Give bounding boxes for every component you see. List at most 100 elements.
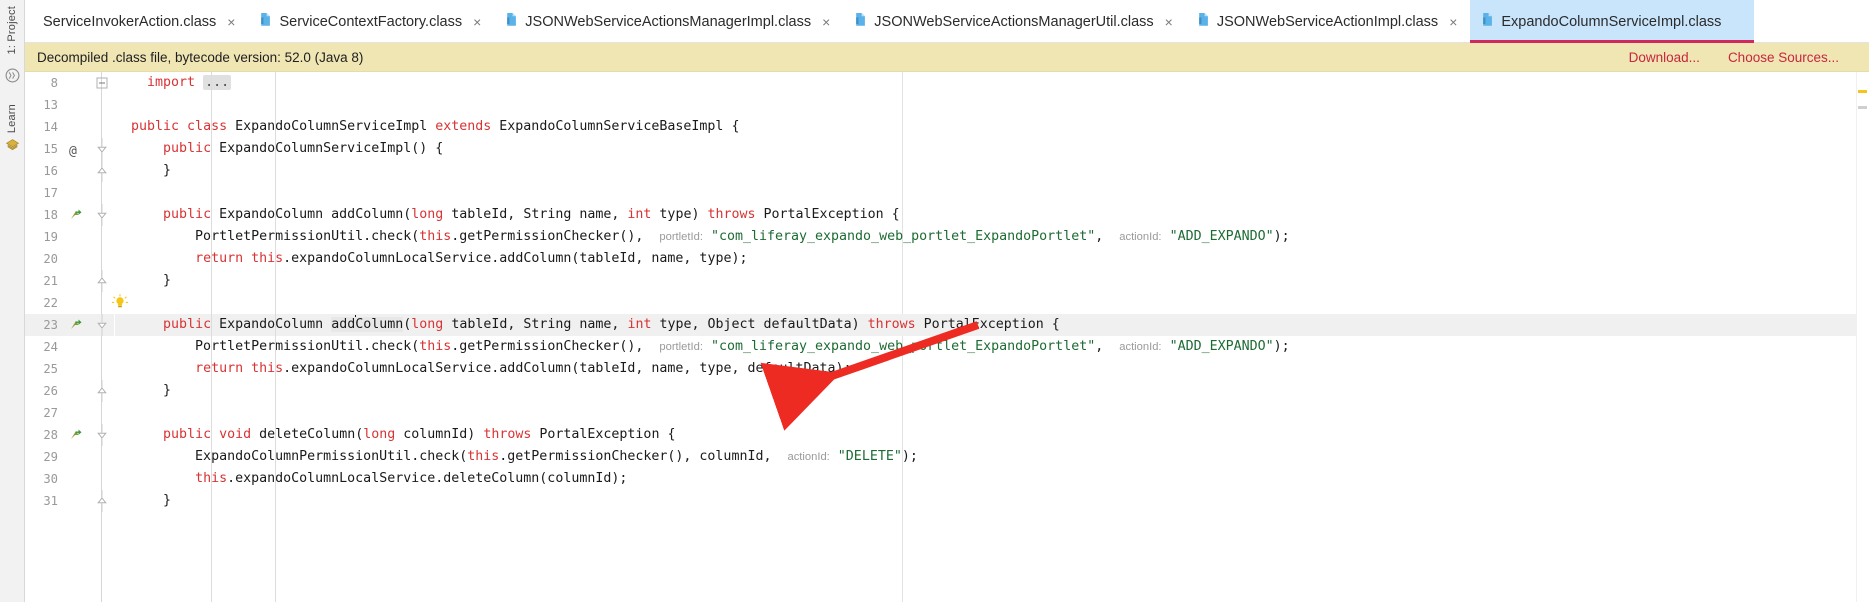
gutter-row[interactable]: 25 (25, 358, 114, 380)
editor-tab-active[interactable]: ExpandoColumnServiceImpl.class× (1470, 0, 1754, 43)
fold-close-icon[interactable] (95, 160, 109, 182)
editor-marker-strip[interactable] (1856, 72, 1869, 602)
fold-open-icon[interactable] (95, 424, 109, 446)
code-token: "com_liferay_expando_web_portlet_Expando… (710, 339, 1096, 354)
code-token: ExpandoColumn addColumn( (211, 207, 412, 222)
gutter-row[interactable]: 21 (25, 270, 114, 292)
code-token: .expandoColumnLocalService.addColumn(tab… (283, 361, 852, 376)
tab-label: ServiceContextFactory.class (279, 13, 463, 30)
code-line[interactable]: this.expandoColumnLocalService.deleteCol… (115, 468, 1869, 490)
tab-close-icon[interactable]: × (1448, 15, 1458, 29)
gutter-row[interactable]: 22 (25, 292, 129, 314)
code-line[interactable]: PortletPermissionUtil.check(this.getPerm… (115, 336, 1869, 358)
fold-open-icon[interactable] (95, 138, 109, 160)
gutter-row[interactable]: 29 (25, 446, 114, 468)
indent-guide (275, 72, 276, 602)
fold-close-icon[interactable] (95, 270, 109, 292)
sidebar-item-project[interactable]: 1: Project (6, 6, 18, 54)
code-content[interactable]: import ... public class ExpandoColumnSer… (115, 72, 1869, 602)
editor-gutter[interactable]: 8 13 14 15 @16 17 18 19 20 21 22 23 24 25 26 27 28 29 30 31 (25, 72, 129, 602)
code-line[interactable]: import ... (115, 72, 1869, 94)
code-token: } (115, 163, 172, 178)
code-token: this (419, 339, 452, 354)
fold-open-icon[interactable] (95, 314, 109, 336)
code-line[interactable]: ExpandoColumnPermissionUtil.check(this.g… (115, 446, 1869, 468)
intention-bulb-icon[interactable] (111, 294, 129, 312)
download-link[interactable]: Download... (1629, 50, 1700, 65)
code-line[interactable]: } (115, 270, 1869, 292)
line-number: 19 (43, 230, 58, 244)
editor-tab[interactable]: ServiceInvokerAction.class × (25, 0, 248, 43)
gutter-row[interactable]: 30 (25, 468, 114, 490)
gutter-row[interactable]: 23 (25, 314, 114, 336)
gutter-row[interactable]: 16 (25, 160, 114, 182)
sidebar-item-learn[interactable]: Learn (6, 104, 18, 133)
code-line[interactable]: PortletPermissionUtil.check(this.getPerm… (115, 226, 1869, 248)
inspection-marker[interactable] (1858, 90, 1867, 93)
code-token: ); (901, 449, 918, 464)
gutter-row[interactable]: 28 (25, 424, 114, 446)
code-line[interactable] (115, 292, 1869, 314)
gutter-row[interactable]: 26 (25, 380, 114, 402)
inspection-marker[interactable] (1858, 106, 1867, 109)
code-line[interactable]: return this.expandoColumnLocalService.ad… (115, 248, 1869, 270)
code-line[interactable]: public class ExpandoColumnServiceImpl ex… (115, 116, 1869, 138)
editor-tab[interactable]: JSONWebServiceActionsManagerImpl.class × (494, 0, 843, 43)
code-line[interactable] (115, 94, 1869, 116)
gutter-row[interactable]: 18 (25, 204, 114, 226)
fold-collapsed-icon[interactable] (95, 72, 109, 94)
gutter-row[interactable]: 24 (25, 336, 114, 358)
learn-badge-icon[interactable] (5, 138, 20, 153)
code-token: actionId: (1119, 341, 1162, 353)
code-line[interactable] (115, 182, 1869, 204)
gutter-row[interactable]: 17 (25, 182, 114, 204)
override-method-icon[interactable] (69, 317, 85, 333)
line-number: 25 (43, 362, 58, 376)
gutter-row[interactable]: 13 (25, 94, 114, 116)
tab-close-icon[interactable]: × (226, 15, 236, 29)
code-token: extends (435, 119, 492, 134)
annotation-at-icon[interactable]: @ (69, 141, 85, 159)
tab-close-icon[interactable]: × (821, 15, 831, 29)
code-token: columnId) (395, 427, 484, 442)
code-line[interactable]: public ExpandoColumnServiceImpl() { (115, 138, 1869, 160)
code-line[interactable]: public void deleteColumn(long columnId) … (115, 424, 1869, 446)
tab-close-icon[interactable]: × (472, 15, 482, 29)
gutter-row[interactable]: 31 (25, 490, 114, 512)
code-editor-area[interactable]: 8 13 14 15 @16 17 18 19 20 21 22 23 24 25 26 27 28 29 30 31… (25, 72, 1869, 602)
choose-sources-link[interactable]: Choose Sources... (1728, 50, 1839, 65)
editor-tab[interactable]: JSONWebServiceActionImpl.class × (1186, 0, 1471, 43)
code-line[interactable] (115, 402, 1869, 424)
gutter-row[interactable]: 8 (25, 72, 114, 94)
gutter-row[interactable]: 20 (25, 248, 114, 270)
fold-close-icon[interactable] (95, 490, 109, 512)
java-class-icon (1481, 12, 1494, 31)
override-method-icon[interactable] (69, 427, 85, 443)
code-token: ... (203, 75, 232, 90)
idea-circle-icon[interactable] (5, 68, 20, 83)
override-method-icon[interactable] (69, 207, 85, 223)
code-token: throws (483, 427, 532, 442)
code-line[interactable]: public ExpandoColumn addColumn(long tabl… (115, 204, 1869, 226)
code-line[interactable]: } (115, 160, 1869, 182)
editor-tab[interactable]: JSONWebServiceActionsManagerUtil.class × (843, 0, 1186, 43)
code-line[interactable]: return this.expandoColumnLocalService.ad… (115, 358, 1869, 380)
line-number: 17 (43, 186, 58, 200)
code-line[interactable]: } (115, 380, 1869, 402)
code-line[interactable]: } (115, 490, 1869, 512)
code-line[interactable]: public ExpandoColumn addColumn(long tabl… (115, 314, 1869, 336)
code-token: public class (131, 119, 228, 134)
gutter-row[interactable]: 15 @ (25, 138, 114, 160)
gutter-row[interactable]: 19 (25, 226, 114, 248)
fold-open-icon[interactable] (95, 204, 109, 226)
fold-close-icon[interactable] (95, 380, 109, 402)
editor-tab[interactable]: ServiceContextFactory.class × (248, 0, 494, 43)
gutter-row[interactable]: 27 (25, 402, 114, 424)
gutter-row[interactable]: 14 (25, 116, 114, 138)
tab-close-icon[interactable]: × (1164, 15, 1174, 29)
